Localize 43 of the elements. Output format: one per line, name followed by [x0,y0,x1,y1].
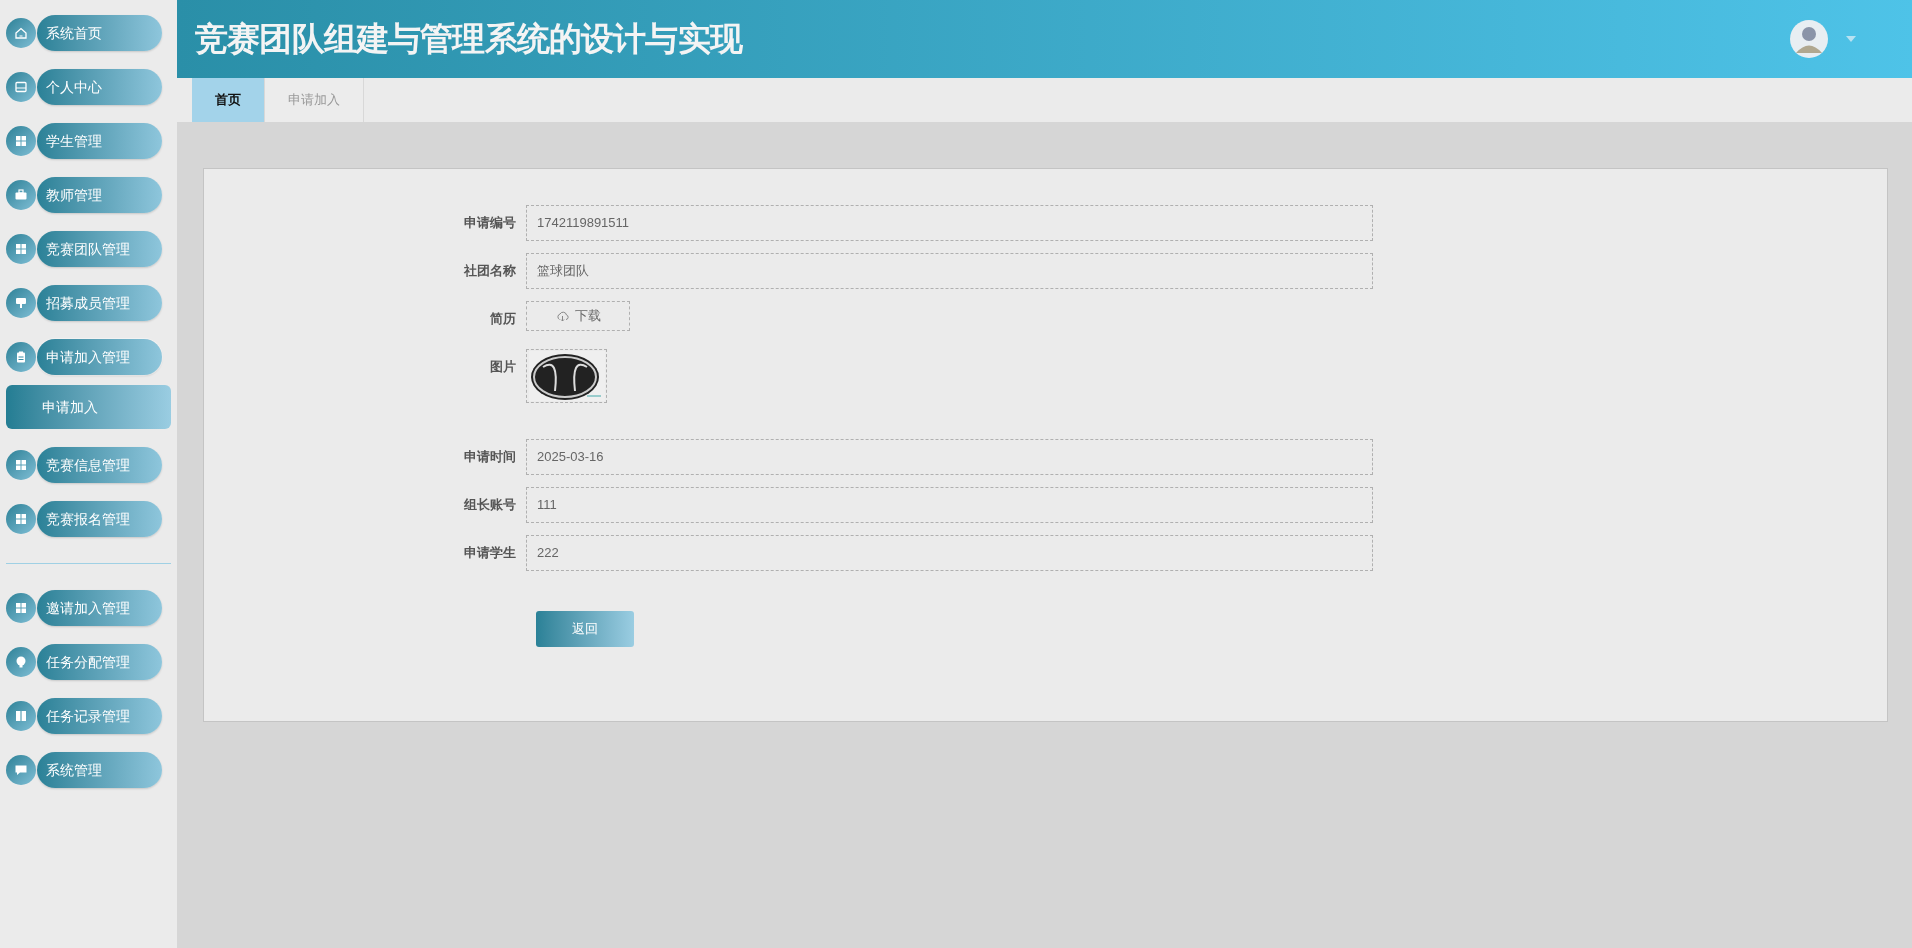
back-button[interactable]: 返回 [536,611,634,647]
sidebar-menu-item[interactable]: 招募成员管理 [37,285,162,321]
input-field[interactable]: 1742119891511 [526,205,1373,241]
sidebar-menu-item[interactable]: 教师管理 [37,177,162,213]
grid-icon [13,133,29,149]
input-field[interactable]: 222 [526,535,1373,571]
cloud-download-icon [555,310,569,322]
sidebar-menu-item[interactable]: 申请加入管理 [37,339,162,375]
sidebar-menu-item[interactable]: 竞赛报名管理 [37,501,162,537]
grid-icon [13,600,29,616]
book-icon [13,708,29,724]
grid-icon [13,511,29,527]
field-label: 申请时间 [463,448,517,466]
sidebar-menu-item[interactable]: 竞赛信息管理 [37,447,162,483]
tab[interactable]: 首页 [192,78,265,122]
field-label: 申请学生 [463,544,517,562]
sidebar-menu-item[interactable]: 系统首页 [37,15,162,51]
sidebar-submenu-item[interactable]: 申请加入 [6,385,171,429]
avatar[interactable] [1790,20,1828,58]
field-label: 组长账号 [463,496,517,514]
grid-icon [13,241,29,257]
window-icon [13,79,29,95]
field-label: 简历 [489,310,517,328]
field-label: 申请编号 [463,214,517,232]
sidebar-menu-item[interactable]: 学生管理 [37,123,162,159]
home-icon [13,25,29,41]
field-label: 社团名称 [463,262,517,280]
sidebar-menu-item[interactable]: 邀请加入管理 [37,590,162,626]
stamp-icon [13,295,29,311]
download-button[interactable]: 下载 [526,301,630,331]
app-title: 竞赛团队组建与管理系统的设计与实现 [195,19,742,60]
input-field[interactable]: 2025-03-16 [526,439,1373,475]
caret-icon[interactable] [1846,36,1856,42]
sidebar-menu-item[interactable]: 个人中心 [37,69,162,105]
sidebar-menu-item[interactable]: 竞赛团队管理 [37,231,162,267]
sidebar-menu-item[interactable]: 任务分配管理 [37,644,162,680]
input-field[interactable]: 篮球团队 [526,253,1373,289]
input-field[interactable]: 111 [526,487,1373,523]
sidebar-menu-item[interactable]: 系统管理 [37,752,162,788]
field-label: 图片 [489,358,517,376]
briefcase-icon [13,187,29,203]
grid-icon [13,457,29,473]
sidebar-menu-item[interactable]: 任务记录管理 [37,698,162,734]
